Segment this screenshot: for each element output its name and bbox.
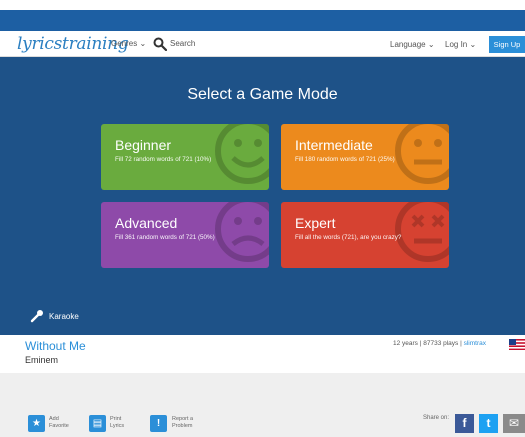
song-stats-text: 12 years | 87733 plays | (393, 340, 464, 347)
song-title[interactable]: Without Me (25, 339, 86, 353)
twitter-icon[interactable]: t (479, 414, 498, 433)
signup-button[interactable]: Sign Up (489, 36, 525, 53)
mode-description: Fill 361 random words of 721 (50%) (115, 234, 215, 241)
mode-description: Fill all the words (721), are you crazy? (295, 234, 402, 241)
song-artist[interactable]: Eminem (25, 355, 58, 365)
star-icon[interactable]: ★ (28, 415, 45, 432)
neutral-face-icon (395, 124, 449, 184)
top-bar (0, 10, 525, 31)
smile-face-icon (215, 124, 269, 184)
mode-tile-beginner[interactable]: Beginner Fill 72 random words of 721 (10… (101, 124, 269, 190)
karaoke-button[interactable]: Karaoke (49, 312, 79, 321)
language-menu[interactable]: Language ⌄ (390, 40, 435, 49)
search-link[interactable]: Search (170, 39, 195, 48)
mode-title: Beginner (115, 137, 172, 153)
game-mode-title: Select a Game Mode (187, 86, 338, 103)
uploader-link[interactable]: slimtrax (464, 340, 486, 347)
us-flag-icon (509, 339, 525, 350)
login-menu[interactable]: Log In ⌄ (445, 40, 476, 49)
browser-top-strip (0, 0, 525, 10)
email-icon[interactable]: ✉ (503, 414, 525, 433)
mode-description: Fill 180 random words of 721 (25%) (295, 156, 395, 163)
song-stats: 12 years | 87733 plays | slimtrax (393, 340, 486, 347)
microphone-icon[interactable] (30, 309, 44, 323)
mode-title: Advanced (115, 215, 178, 231)
page-footer (0, 373, 525, 437)
sad-face-icon (215, 202, 269, 262)
main-nav: lyricstraining Genres ⌄ Search Language … (0, 31, 525, 57)
print-lyrics-link[interactable]: Print Lyrics (110, 416, 124, 430)
report-problem-link[interactable]: Report a Problem (172, 416, 193, 430)
mode-tile-expert[interactable]: Expert Fill all the words (721), are you… (281, 202, 449, 268)
facebook-icon[interactable]: f (455, 414, 474, 433)
add-favorite-link[interactable]: Add Favorite (49, 416, 69, 430)
share-label: Share on: (423, 415, 450, 421)
exclamation-icon[interactable]: ! (150, 415, 167, 432)
dead-face-icon (395, 202, 449, 262)
print-icon[interactable]: ▤ (89, 415, 106, 432)
search-icon[interactable] (153, 37, 167, 51)
mode-description: Fill 72 random words of 721 (10%) (115, 156, 212, 163)
mode-title: Intermediate (295, 137, 373, 153)
genres-menu[interactable]: Genres ⌄ (111, 39, 146, 48)
mode-title: Expert (295, 215, 336, 231)
mode-tile-intermediate[interactable]: Intermediate Fill 180 random words of 72… (281, 124, 449, 190)
mode-tile-advanced[interactable]: Advanced Fill 361 random words of 721 (5… (101, 202, 269, 268)
